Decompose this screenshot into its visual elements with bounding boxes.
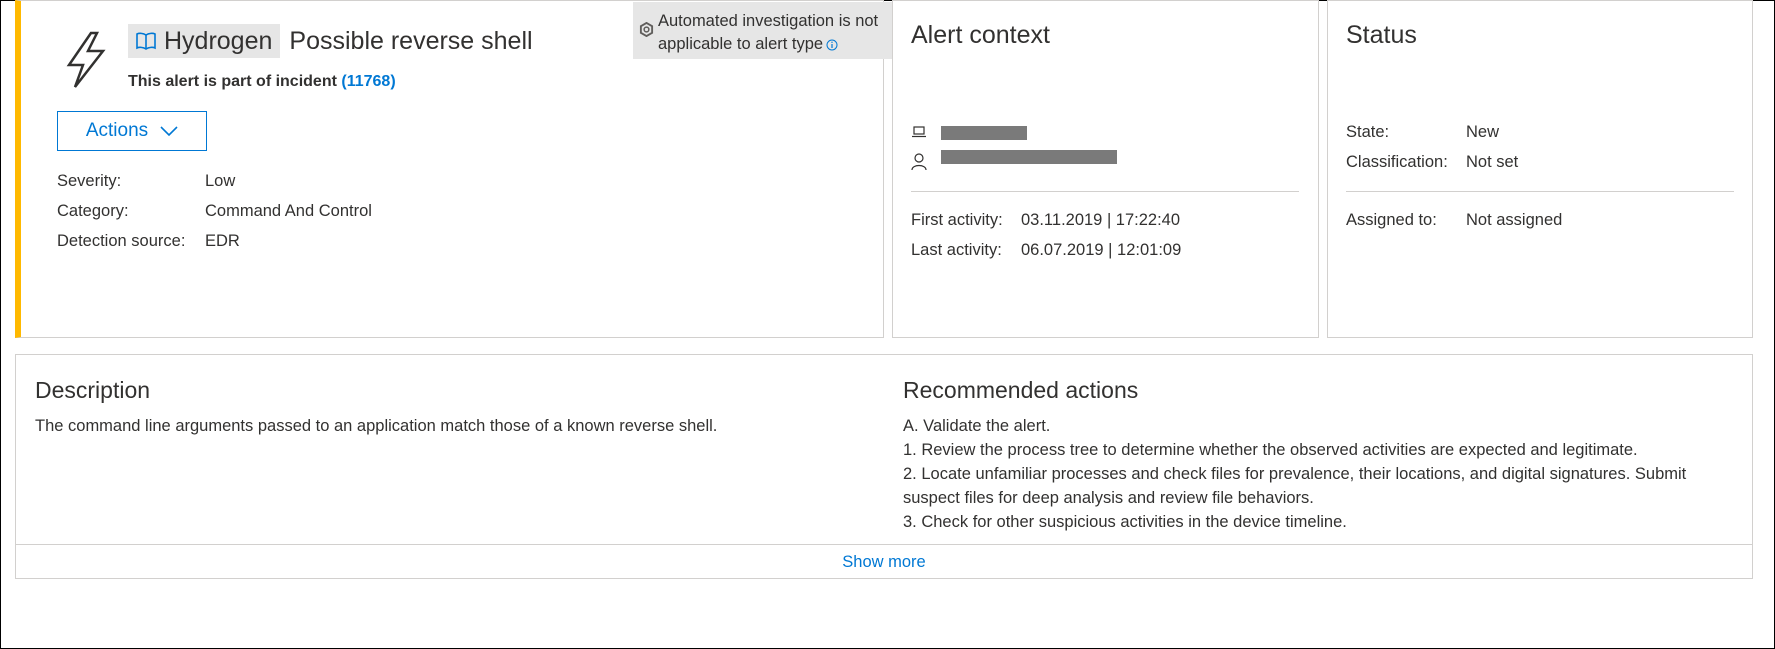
state-label: State: [1346,123,1390,141]
first-activity-value: 03.11.2019 | 17:22:40 [1021,211,1181,229]
severity-value: Low [205,172,236,190]
redacted-device-name[interactable] [941,126,1027,140]
category-value: Command And Control [205,202,372,220]
gear-icon [639,22,654,37]
show-more-bar: Show more [16,544,1752,579]
detection-source-value: EDR [205,232,240,250]
first-activity-label: First activity: [911,211,1003,229]
auto-line-2: applicable to alert type [658,35,824,53]
info-icon[interactable] [826,39,838,51]
recommended-step-2b: suspect files for deep analysis and revi… [903,489,1314,507]
book-icon [136,32,156,50]
recommended-step-a: A. Validate the alert. [903,417,1051,435]
description-text: The command line arguments passed to an … [35,417,718,435]
category-label: Category: [57,202,129,220]
detection-source-label: Detection source: [57,232,186,250]
recommended-step-1: 1. Review the process tree to determine … [903,441,1638,459]
recommended-step-3: 3. Check for other suspicious activities… [903,513,1347,531]
alert-title-row: Hydrogen Possible reverse shell [128,24,533,58]
laptop-icon [912,126,926,138]
classification-value: Not set [1466,153,1519,171]
recommended-actions-heading: Recommended actions [903,377,1139,403]
show-more-link[interactable]: Show more [842,553,925,572]
recommended-actions-list: A. Validate the alert. 1. Review the pro… [903,414,1743,534]
tenant-name: Hydrogen [164,26,273,55]
status-heading: Status [1346,21,1417,49]
alert-title: Possible reverse shell [289,26,533,55]
recommended-step-2a: 2. Locate unfamiliar processes and check… [903,465,1687,483]
chevron-down-icon [160,126,178,136]
incident-link[interactable]: (11768) [341,73,395,90]
redacted-user-name[interactable] [941,150,1117,164]
auto-line-1: Automated investigation is not [658,12,879,30]
classification-label: Classification: [1346,153,1448,171]
auto-line-2-row: applicable to alert type [658,33,903,56]
alert-context-heading: Alert context [911,21,1050,49]
last-activity-label: Last activity: [911,241,1002,259]
automated-investigation-banner: Automated investigation is not applicabl… [633,2,903,59]
description-heading: Description [35,377,151,403]
state-value: New [1466,123,1500,141]
status-divider [1346,191,1734,192]
alert-context-card: Alert context First activity: 03.11.2019… [892,0,1319,338]
alert-summary-card: Hydrogen Possible reverse shell This ale… [15,0,903,338]
actions-button[interactable]: Actions [57,111,207,151]
actions-label: Actions [85,120,149,141]
incident-line: This alert is part of incident (11768) [128,73,396,91]
details-card: Description The command line arguments p… [15,354,1753,579]
assigned-to-label: Assigned to: [1346,211,1437,229]
severity-label: Severity: [57,172,122,190]
status-card: Status State: New Classification: Not se… [1327,0,1753,338]
tenant-badge[interactable]: Hydrogen [128,24,281,58]
user-icon [911,153,927,170]
assigned-to-value: Not assigned [1466,211,1563,229]
incident-prefix: This alert is part of incident [128,73,337,90]
context-divider [911,191,1299,192]
last-activity-value: 06.07.2019 | 12:01:09 [1021,241,1182,259]
lightning-bolt-icon [66,31,106,88]
